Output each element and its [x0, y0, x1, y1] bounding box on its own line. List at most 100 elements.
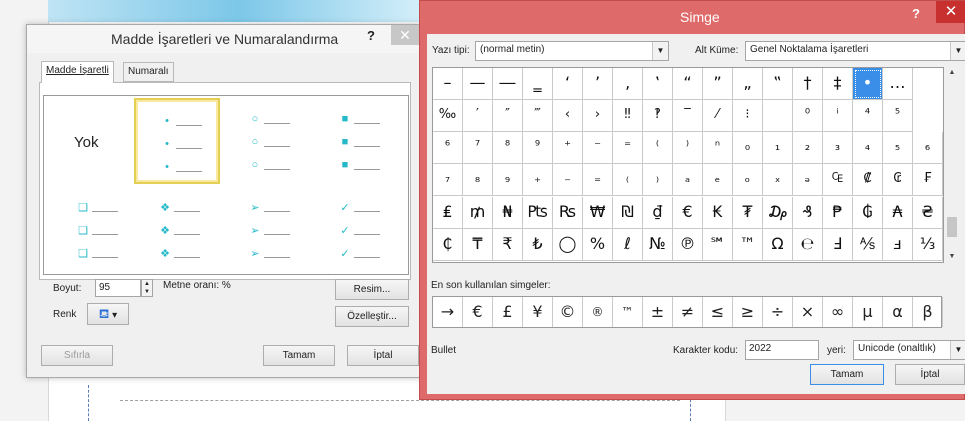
symbol-cell[interactable]: ₍	[613, 164, 643, 196]
symbol-cell[interactable]: …	[883, 68, 913, 100]
symbol-cell[interactable]: ₆	[913, 132, 943, 164]
symbol-cell[interactable]: ₊	[523, 164, 553, 196]
symbol-cell[interactable]: ⁱ	[823, 100, 853, 132]
size-input[interactable]: 95	[95, 279, 141, 297]
symbol-cell[interactable]: ₹	[493, 229, 523, 261]
symbol-cell[interactable]: ₺	[523, 229, 553, 261]
recent-symbol-cell[interactable]: ©	[553, 297, 583, 327]
recent-symbol-cell[interactable]: ®	[583, 297, 613, 327]
symbol-cell[interactable]: ₢	[883, 164, 913, 196]
symbol-cell[interactable]: Ⅎ	[823, 229, 853, 261]
symbol-cell[interactable]: ₸	[463, 229, 493, 261]
symbol-cell[interactable]: ℓ	[613, 229, 643, 261]
bullet-option-check[interactable]: ✓ ✓ ✓	[314, 186, 400, 272]
symbol-cell[interactable]: ⁺	[553, 132, 583, 164]
symbol-cell[interactable]: ⁼	[613, 132, 643, 164]
symbol-cell[interactable]: ₩	[583, 197, 613, 229]
symbol-cell[interactable]: ™	[733, 229, 763, 261]
symbol-cell[interactable]: ⁾	[673, 132, 703, 164]
symbol-cell[interactable]: ‟	[763, 68, 793, 100]
cancel-button[interactable]: İptal	[895, 364, 965, 385]
recent-symbol-cell[interactable]: ±	[643, 297, 673, 327]
symbol-cell[interactable]: ₇	[433, 164, 463, 196]
recent-symbol-cell[interactable]: ≠	[673, 297, 703, 327]
symbol-cell[interactable]: ‚	[613, 68, 643, 100]
symbol-cell[interactable]: ⁹	[523, 132, 553, 164]
ok-button[interactable]: Tamam	[263, 345, 335, 366]
symbol-cell[interactable]: ‾	[673, 100, 703, 132]
symbol-cell[interactable]: ₲	[853, 197, 883, 229]
symbol-cell[interactable]: ₠	[823, 164, 853, 196]
symbol-cell[interactable]: №	[643, 229, 673, 261]
symbol-cell[interactable]: ₥	[463, 197, 493, 229]
bullet-option-circle[interactable]: ○ ○ ○	[224, 98, 310, 184]
symbol-cell[interactable]: ₀	[733, 132, 763, 164]
symbol-cell[interactable]: ₃	[823, 132, 853, 164]
symbol-cell[interactable]: ₌	[583, 164, 613, 196]
bullet-option-hollow-square[interactable]: ❑ ❑ ❑	[46, 186, 132, 272]
symbol-cell[interactable]: ‰	[433, 100, 463, 132]
symbol-cell[interactable]: ₎	[643, 164, 673, 196]
symbol-cell[interactable]: ⁿ	[703, 132, 733, 164]
symbol-cell[interactable]: “	[673, 68, 703, 100]
symbol-cell[interactable]: Ω	[763, 229, 793, 261]
symbol-cell[interactable]: ›	[583, 100, 613, 132]
recent-symbol-cell[interactable]: €	[463, 297, 493, 327]
tab-bulleted[interactable]: Madde İşaretli	[41, 61, 114, 83]
symbol-cell[interactable]: ‛	[643, 68, 673, 100]
recent-symbol-cell[interactable]: ÷	[763, 297, 793, 327]
symbol-cell[interactable]: ‹	[553, 100, 583, 132]
bullet-option-arrow[interactable]: ➢ ➢ ➢	[224, 186, 310, 272]
help-icon[interactable]: ?	[912, 6, 920, 21]
bullet-option-dot[interactable]: • • •	[134, 98, 220, 184]
recent-symbol-cell[interactable]: ≥	[733, 297, 763, 327]
recent-symbol-cell[interactable]: α	[883, 297, 913, 327]
symbol-cell[interactable]: ⁵	[883, 100, 913, 132]
symbol-cell[interactable]: ₣	[913, 164, 943, 196]
symbol-cell[interactable]: ₈	[463, 164, 493, 196]
help-icon[interactable]: ?	[367, 28, 375, 43]
close-icon[interactable]: ✕	[936, 1, 965, 23]
symbol-cell[interactable]: ◯	[553, 229, 583, 261]
symbol-cell[interactable]: ₧	[523, 197, 553, 229]
symbol-cell[interactable]: ‴	[523, 100, 553, 132]
symbol-cell[interactable]: ⁝	[733, 100, 763, 132]
bullet-option-diamond[interactable]: ❖ ❖ ❖	[134, 186, 220, 272]
symbol-cell[interactable]: ℮	[793, 229, 823, 261]
symbol-cell[interactable]: ₓ	[763, 164, 793, 196]
symbol-cell[interactable]: ′	[463, 100, 493, 132]
symbol-cell[interactable]: ⅎ	[883, 229, 913, 261]
recent-symbol-cell[interactable]: ™	[613, 297, 643, 327]
symbol-cell[interactable]: ₉	[493, 164, 523, 196]
symbol-cell[interactable]: ₑ	[703, 164, 733, 196]
symbol-cell[interactable]: ₵	[433, 229, 463, 261]
symbol-cell[interactable]: ₐ	[673, 164, 703, 196]
size-stepper[interactable]: ▲ ▼	[141, 279, 153, 297]
symbol-grid-scrollbar[interactable]: ▲ ▼	[946, 67, 958, 263]
font-select[interactable]: (normal metin) ▼	[475, 41, 669, 61]
symbol-cell[interactable]: ⁴	[853, 100, 883, 132]
symbol-cell[interactable]: ―	[493, 68, 523, 100]
reset-button[interactable]: Sıfırla	[41, 345, 113, 366]
symbol-cell[interactable]: ⁸	[493, 132, 523, 164]
symbol-cell[interactable]: ”	[703, 68, 733, 100]
symbol-cell[interactable]	[763, 100, 793, 132]
symbol-cell[interactable]: ₴	[913, 197, 943, 229]
symbol-cell[interactable]: ₪	[613, 197, 643, 229]
recent-symbol-cell[interactable]: ×	[793, 297, 823, 327]
symbol-cell[interactable]: ₭	[703, 197, 733, 229]
scroll-up-icon[interactable]: ▲	[946, 67, 958, 79]
symbol-cell[interactable]: ₂	[793, 132, 823, 164]
symbol-cell[interactable]: ‡	[823, 68, 853, 100]
symbol-cell[interactable]: –	[433, 68, 463, 100]
customize-button[interactable]: Özelleştir...	[335, 306, 409, 327]
recent-symbol-cell[interactable]: µ	[853, 297, 883, 327]
symbol-cell[interactable]: ‽	[643, 100, 673, 132]
symbol-cell[interactable]: ₯	[763, 197, 793, 229]
symbol-cell[interactable]: %	[583, 229, 613, 261]
cancel-button[interactable]: İptal	[347, 345, 419, 366]
symbol-cell[interactable]: ⁰	[793, 100, 823, 132]
scroll-thumb[interactable]	[947, 217, 957, 237]
recent-symbol-cell[interactable]: β	[913, 297, 943, 327]
symbol-cell[interactable]: ₨	[553, 197, 583, 229]
